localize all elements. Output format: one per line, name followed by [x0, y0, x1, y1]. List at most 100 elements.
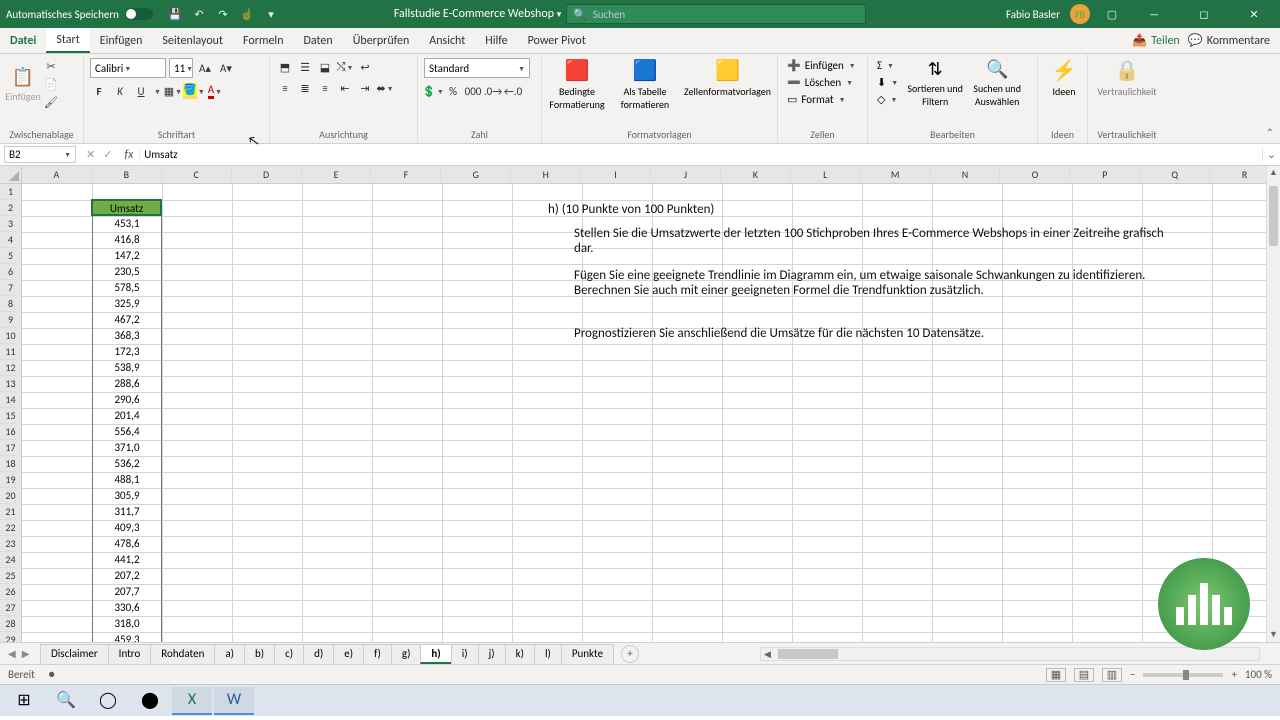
data-cell[interactable]: 556,4	[92, 424, 162, 440]
spreadsheet-grid[interactable]: 1234567891011121314151617181920212223242…	[0, 166, 1280, 642]
comments-button[interactable]: 💬Kommentare	[1188, 33, 1270, 48]
data-cell[interactable]: 416,8	[92, 232, 162, 248]
row-header[interactable]: 28	[0, 616, 22, 632]
normal-view-icon[interactable]: ▦	[1046, 668, 1066, 682]
column-header[interactable]: D	[232, 166, 302, 184]
redo-icon[interactable]: ↷	[214, 2, 232, 26]
percent-icon[interactable]: %	[444, 82, 462, 100]
row-header[interactable]: 2	[0, 200, 22, 216]
column-header[interactable]: C	[162, 166, 232, 184]
sheet-tab[interactable]: k)	[505, 644, 535, 664]
sheet-tab[interactable]: c)	[274, 644, 304, 664]
data-cell[interactable]: 311,7	[92, 504, 162, 520]
search-input[interactable]: 🔍 Suchen	[566, 4, 866, 24]
conditional-formatting-button[interactable]: 🟥Bedingte Formatierung	[548, 58, 606, 111]
start-button[interactable]: ⊞	[4, 687, 44, 715]
taskbar-obs-icon[interactable]: ⬤	[130, 687, 170, 715]
cut-icon[interactable]: ✂	[42, 58, 60, 74]
scrollbar-thumb[interactable]	[1269, 186, 1278, 246]
tab-power pivot[interactable]: Power Pivot	[518, 28, 596, 53]
increase-font-icon[interactable]: A▴	[196, 59, 214, 77]
zoom-out-icon[interactable]: −	[1130, 668, 1135, 681]
data-cell[interactable]: 325,9	[92, 296, 162, 312]
data-cell[interactable]: 459,3	[92, 632, 162, 642]
row-header[interactable]: 19	[0, 472, 22, 488]
scroll-left-icon[interactable]: ◀	[761, 649, 774, 660]
sheet-tab[interactable]: b)	[244, 644, 275, 664]
autosave-toggle[interactable]: Automatisches Speichern	[6, 8, 153, 21]
number-format-combo[interactable]: Standard▼	[424, 58, 530, 78]
italic-button[interactable]: K	[111, 82, 129, 100]
undo-icon[interactable]: ↶	[190, 2, 208, 26]
data-cell[interactable]: 441,2	[92, 552, 162, 568]
row-header[interactable]: 12	[0, 360, 22, 376]
touch-mode-icon[interactable]: ☝	[238, 2, 256, 26]
align-right-icon[interactable]: ≡	[316, 79, 334, 97]
row-header[interactable]: 27	[0, 600, 22, 616]
row-header[interactable]: 14	[0, 392, 22, 408]
merge-icon[interactable]: ⬌▼	[376, 79, 394, 97]
selected-cell[interactable]: Umsatz	[91, 199, 162, 216]
row-header[interactable]: 22	[0, 520, 22, 536]
align-top-icon[interactable]: ⬒	[276, 58, 294, 76]
data-cell[interactable]: 230,5	[92, 264, 162, 280]
fx-icon[interactable]: fx	[124, 148, 133, 162]
sheet-tab[interactable]: j)	[478, 644, 506, 664]
select-all-button[interactable]	[0, 166, 22, 184]
sheet-tab[interactable]: h)	[420, 644, 451, 664]
tab-einfügen[interactable]: Einfügen	[90, 28, 153, 53]
format-as-table-button[interactable]: 🟦Als Tabelle formatieren	[616, 58, 674, 111]
tab-ansicht[interactable]: Ansicht	[419, 28, 475, 53]
comma-icon[interactable]: 000	[464, 82, 482, 100]
data-cell[interactable]: 201,4	[92, 408, 162, 424]
column-header[interactable]: K	[721, 166, 791, 184]
column-header[interactable]: E	[302, 166, 372, 184]
scroll-up-icon[interactable]: ▲	[1267, 166, 1280, 180]
data-cell[interactable]: 172,3	[92, 344, 162, 360]
column-header[interactable]: N	[931, 166, 1001, 184]
data-cell[interactable]: 478,6	[92, 536, 162, 552]
underline-more-icon[interactable]: ▼	[154, 87, 161, 96]
close-button[interactable]: ✕	[1234, 0, 1274, 28]
row-header[interactable]: 7	[0, 280, 22, 296]
row-header[interactable]: 9	[0, 312, 22, 328]
cell-styles-button[interactable]: 🟨Zellenformatvorlagen	[684, 58, 771, 111]
sheet-tab[interactable]: l)	[534, 644, 562, 664]
sheet-tab[interactable]: d)	[303, 644, 334, 664]
data-cell[interactable]: 409,3	[92, 520, 162, 536]
row-header[interactable]: 5	[0, 248, 22, 264]
row-header[interactable]: 17	[0, 440, 22, 456]
formula-input[interactable]: Umsatz	[139, 147, 1262, 162]
row-header[interactable]: 24	[0, 552, 22, 568]
taskbar-cortana-icon[interactable]: ◯	[88, 687, 128, 715]
row-header[interactable]: 13	[0, 376, 22, 392]
data-cell[interactable]: 207,2	[92, 568, 162, 584]
delete-cells-button[interactable]: ➖Löschen▼	[784, 75, 861, 90]
share-button[interactable]: 📤Teilen	[1132, 33, 1180, 48]
zoom-slider[interactable]	[1143, 673, 1223, 677]
sheet-tab[interactable]: f)	[363, 644, 392, 664]
align-left-icon[interactable]: ≡	[276, 79, 294, 97]
sheet-tab[interactable]: Intro	[108, 644, 152, 664]
column-header[interactable]: M	[861, 166, 931, 184]
add-sheet-button[interactable]: +	[621, 645, 639, 663]
format-painter-icon[interactable]: 🖌	[42, 94, 60, 110]
user-avatar[interactable]: FB	[1070, 4, 1090, 24]
collapse-ribbon-icon[interactable]: ⌃	[1266, 126, 1274, 139]
tab-überprüfen[interactable]: Überprüfen	[343, 28, 420, 53]
data-cell[interactable]: 538,9	[92, 360, 162, 376]
row-header[interactable]: 16	[0, 424, 22, 440]
column-header[interactable]: A	[22, 166, 92, 184]
tab-start[interactable]: Start	[46, 28, 89, 53]
sheet-nav-prev-icon[interactable]: ◀	[8, 647, 16, 660]
column-header[interactable]: I	[581, 166, 651, 184]
indent-decrease-icon[interactable]: ⇤	[336, 79, 354, 97]
font-name-combo[interactable]: Calibri▼	[90, 58, 166, 78]
sheet-tab[interactable]: Rohdaten	[150, 644, 215, 664]
wrap-text-icon[interactable]: ↩	[356, 58, 374, 76]
paste-button[interactable]: 📋 Einfügen	[6, 58, 40, 110]
format-cells-button[interactable]: ▭Format▼	[784, 92, 861, 107]
data-cell[interactable]: 488,1	[92, 472, 162, 488]
find-select-button[interactable]: 🔍Suchen und Auswählen	[969, 58, 1025, 108]
row-header[interactable]: 6	[0, 264, 22, 280]
